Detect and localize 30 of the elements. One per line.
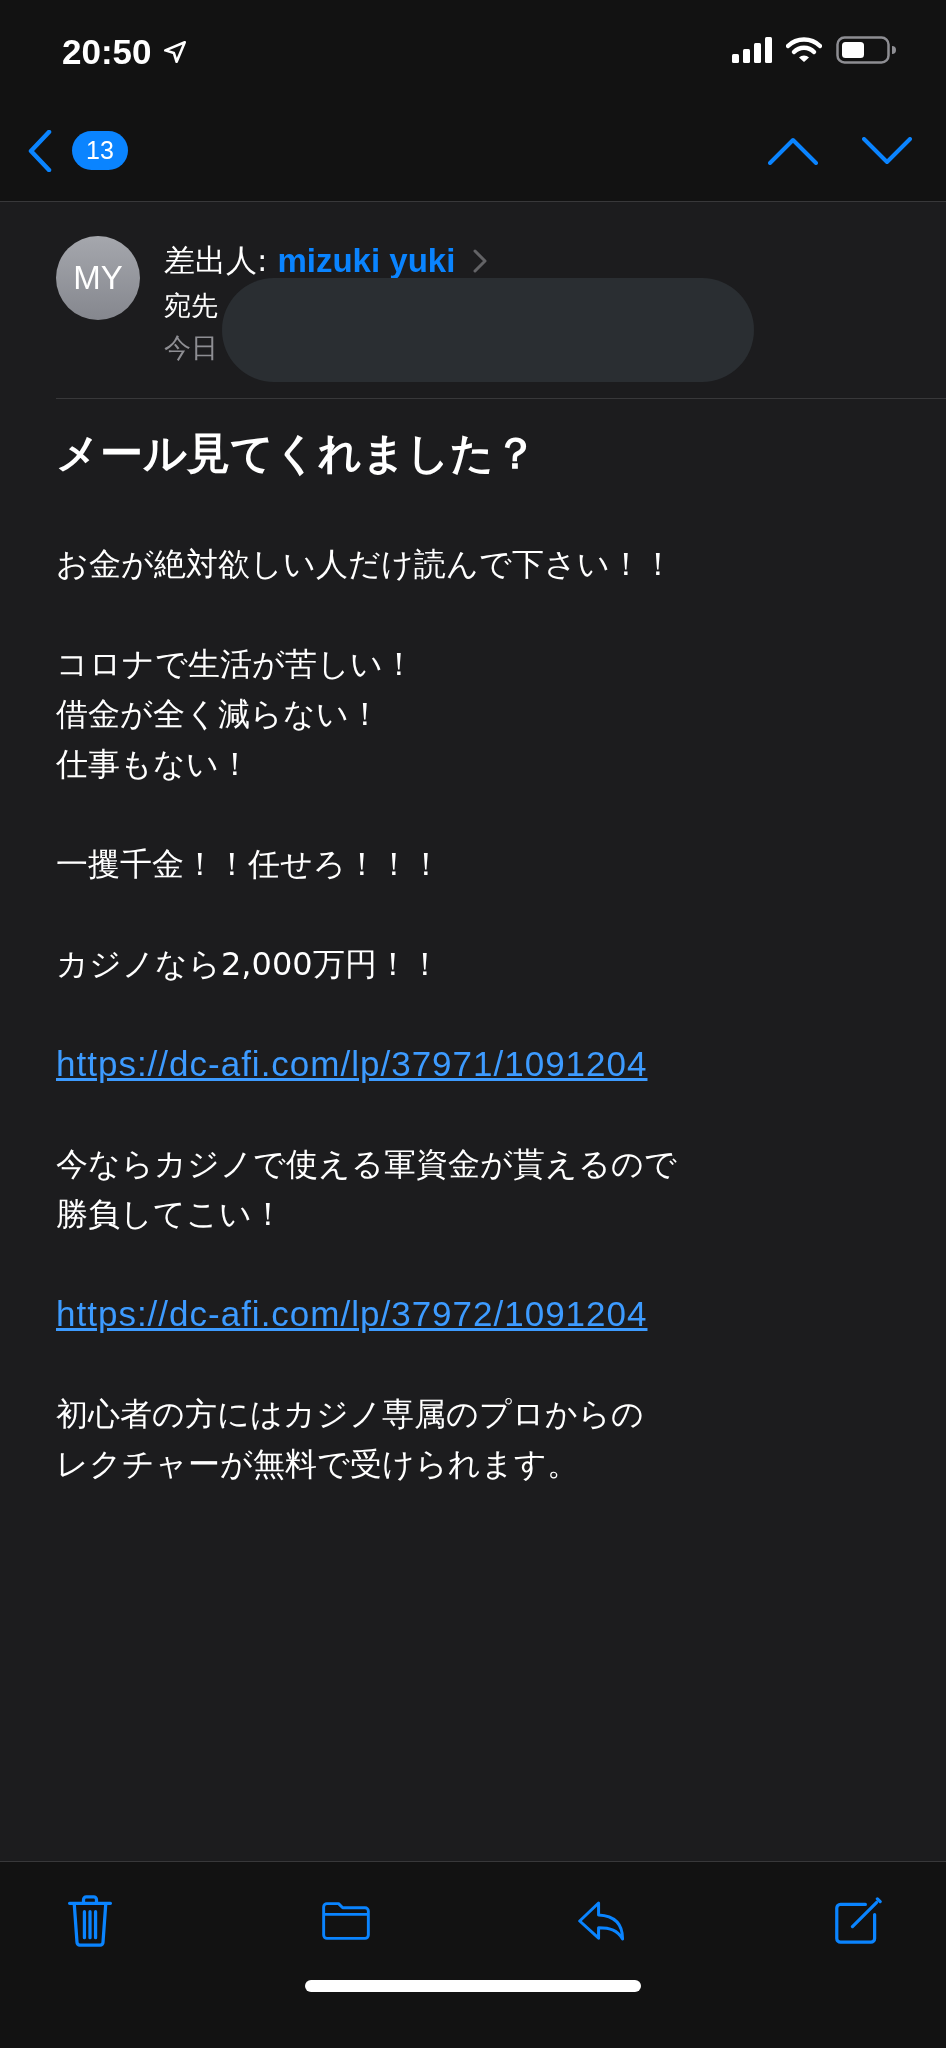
from-label: 差出人:	[164, 241, 268, 280]
up-chevron-icon[interactable]	[768, 136, 818, 165]
body-text-line: コロナで生活が苦しい！	[56, 644, 415, 685]
wifi-icon	[786, 37, 822, 63]
sender-avatar: MY	[56, 236, 140, 320]
email-subject: メール見てくれました？	[56, 427, 537, 480]
body-text-line: レクチャーが無料で受けられます。	[56, 1444, 579, 1485]
battery-icon	[836, 36, 896, 64]
body-text-line: 一攫千金！！任せろ！！！	[56, 844, 442, 885]
body-text-line: お金が絶対欲しい人だけ読んで下さい！！	[56, 544, 674, 585]
back-chevron-icon[interactable]	[28, 129, 52, 172]
body-text-line: カジノなら2,000万円！！	[56, 944, 441, 985]
body-text-line: 初心者の方にはカジノ専属のプロからの	[56, 1394, 644, 1435]
signal-icon	[732, 37, 772, 63]
unread-count-badge[interactable]: 13	[72, 131, 128, 170]
date-text: 今日	[164, 331, 218, 365]
email-link[interactable]: https://dc-afi.com/lp/37972/1091204	[56, 1289, 648, 1339]
body-text-line: 借金が全く減らない！	[56, 694, 381, 735]
status-time: 20:50	[62, 32, 152, 72]
body-text-line: 勝負してこい！	[56, 1194, 284, 1235]
down-chevron-icon[interactable]	[862, 136, 912, 165]
body-text-line: 今ならカジノで使える軍資金が貰えるので	[56, 1144, 677, 1185]
compose-icon[interactable]	[834, 1895, 882, 1947]
email-link[interactable]: https://dc-afi.com/lp/37971/1091204	[56, 1039, 648, 1089]
location-arrow-icon	[161, 39, 188, 65]
recipient-label: 宛先	[164, 289, 218, 323]
body-text-line: 仕事もない！	[56, 744, 251, 785]
trash-icon[interactable]	[66, 1895, 114, 1947]
chevron-right-icon	[473, 249, 488, 273]
sender-name[interactable]: mizuki yuki	[277, 242, 456, 280]
